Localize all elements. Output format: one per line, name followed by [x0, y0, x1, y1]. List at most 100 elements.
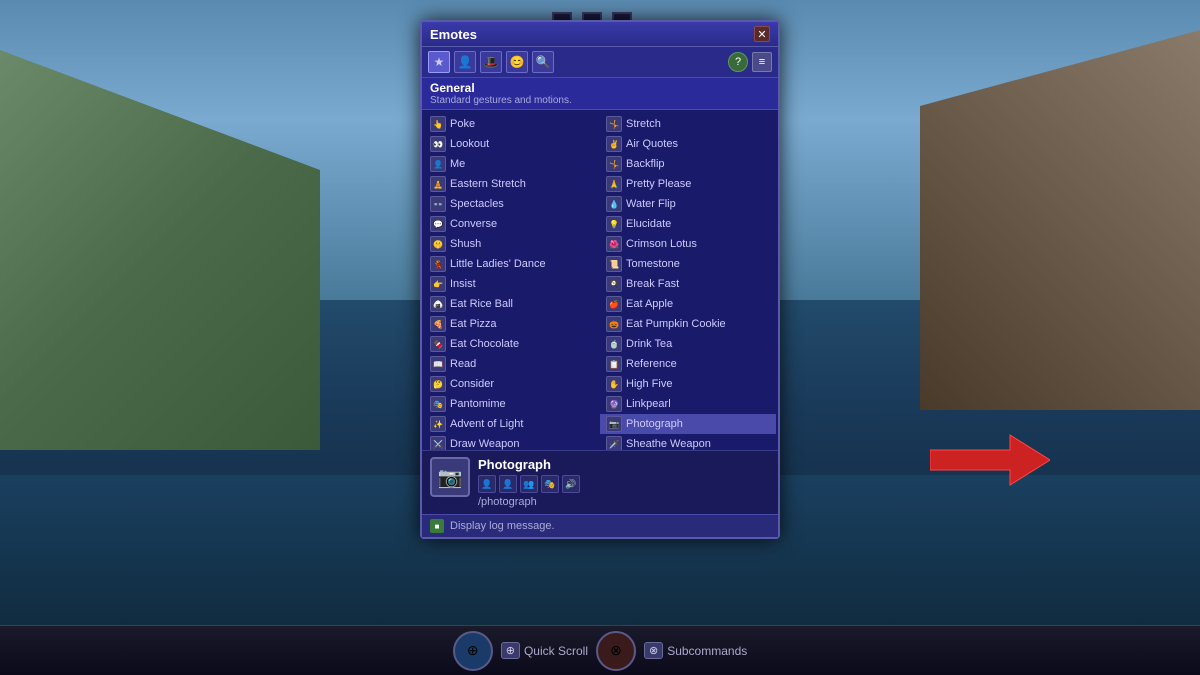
display-log-icon: ■ [430, 519, 444, 533]
emote-item[interactable]: 👉 Insist [424, 274, 600, 294]
emote-name: Drink Tea [626, 338, 672, 350]
subcommands-key: ⊗ [644, 642, 663, 659]
emote-item[interactable]: ⚔️ Draw Weapon [424, 434, 600, 450]
detail-sub-icon-3: 👥 [520, 475, 538, 493]
emote-icon: 🤸 [606, 116, 622, 132]
emote-item[interactable]: 💡 Elucidate [600, 214, 776, 234]
taskbar-icon-2[interactable]: ⊗ [596, 631, 636, 671]
panel-title: Emotes [430, 27, 477, 42]
tab-favorites[interactable]: ★ [428, 51, 450, 73]
emote-item[interactable]: 🧘 Eastern Stretch [424, 174, 600, 194]
emote-item[interactable]: 🎭 Pantomime [424, 394, 600, 414]
emote-name: Eat Chocolate [450, 338, 519, 350]
emote-item[interactable]: 🍙 Eat Rice Ball [424, 294, 600, 314]
help-button[interactable]: ? [728, 52, 748, 72]
emote-item[interactable]: 🍫 Eat Chocolate [424, 334, 600, 354]
tab-search[interactable]: 🔍 [532, 51, 554, 73]
emote-item[interactable]: 🔮 Linkpearl [600, 394, 776, 414]
emote-icon: 👓 [430, 196, 446, 212]
emote-item[interactable]: ✨ Advent of Light [424, 414, 600, 434]
emote-name: Poke [450, 118, 475, 130]
emote-item[interactable]: 🍵 Drink Tea [600, 334, 776, 354]
emote-icon: 📷 [606, 416, 622, 432]
emote-icon: 🌺 [606, 236, 622, 252]
emote-name: Pretty Please [626, 178, 691, 190]
detail-sub-icon-2: 👤 [499, 475, 517, 493]
tab-special[interactable]: 🎩 [480, 51, 502, 73]
emote-item[interactable]: 🎃 Eat Pumpkin Cookie [600, 314, 776, 334]
emote-name: Crimson Lotus [626, 238, 697, 250]
emote-name: Converse [450, 218, 497, 230]
emote-icon: 📖 [430, 356, 446, 372]
emote-icon: 💧 [606, 196, 622, 212]
emote-item[interactable]: 🤫 Shush [424, 234, 600, 254]
emote-item[interactable]: 🤸 Backflip [600, 154, 776, 174]
subcommands-hint: ⊗ Subcommands [644, 642, 747, 659]
detail-info: Photograph 👤 👤 👥 🎭 🔊 /photograph [478, 457, 770, 508]
emote-icon: ✌️ [606, 136, 622, 152]
emote-icon: ✨ [430, 416, 446, 432]
emote-list: 👆 Poke 🤸 Stretch 👀 Lookout ✌️ Air Quotes… [422, 110, 778, 450]
emote-item[interactable]: 📷 Photograph [600, 414, 776, 434]
emote-item[interactable]: 🗡️ Sheathe Weapon [600, 434, 776, 450]
emotes-panel: Emotes ✕ ★ 👤 🎩 😊 🔍 ? ≡ General Standard … [420, 20, 780, 539]
emote-item[interactable]: 📜 Tomestone [600, 254, 776, 274]
emote-name: Eastern Stretch [450, 178, 526, 190]
tab-general[interactable]: 👤 [454, 51, 476, 73]
emote-icon: 🙏 [606, 176, 622, 192]
detail-sub-icon-4: 🎭 [541, 475, 559, 493]
emote-name: Eat Pizza [450, 318, 496, 330]
emote-name: Elucidate [626, 218, 671, 230]
emote-item[interactable]: 🍕 Eat Pizza [424, 314, 600, 334]
emote-name: Break Fast [626, 278, 679, 290]
emote-item[interactable]: 🙏 Pretty Please [600, 174, 776, 194]
emote-name: Tomestone [626, 258, 680, 270]
emote-icon: 👉 [430, 276, 446, 292]
quick-scroll-label: Quick Scroll [524, 644, 588, 658]
emote-name: Advent of Light [450, 418, 523, 430]
emote-item[interactable]: 👤 Me [424, 154, 600, 174]
section-header: General Standard gestures and motions. [422, 78, 778, 110]
emote-item[interactable]: 🍳 Break Fast [600, 274, 776, 294]
emote-item[interactable]: 💬 Converse [424, 214, 600, 234]
emote-item[interactable]: 💧 Water Flip [600, 194, 776, 214]
emote-item[interactable]: 📖 Read [424, 354, 600, 374]
emote-icon: 📜 [606, 256, 622, 272]
emote-name: Eat Apple [626, 298, 673, 310]
settings-button[interactable]: ≡ [752, 52, 772, 72]
emote-item[interactable]: 🍎 Eat Apple [600, 294, 776, 314]
emote-name: Me [450, 158, 465, 170]
taskbar-icon-1[interactable]: ⊕ [453, 631, 493, 671]
panel-footer: ■ Display log message. [422, 514, 778, 537]
emote-item[interactable]: 🤔 Consider [424, 374, 600, 394]
emote-item[interactable]: 👆 Poke [424, 114, 600, 134]
emote-item[interactable]: ✌️ Air Quotes [600, 134, 776, 154]
detail-emote-name: Photograph [478, 457, 770, 472]
emote-name: Eat Rice Ball [450, 298, 513, 310]
emote-name: Lookout [450, 138, 489, 150]
taskbar: ⊕ ⊕ Quick Scroll ⊗ ⊗ Subcommands [0, 625, 1200, 675]
panel-titlebar: Emotes ✕ [422, 22, 778, 47]
emote-item[interactable]: 🌺 Crimson Lotus [600, 234, 776, 254]
emote-icon: 🤫 [430, 236, 446, 252]
emote-name: Spectacles [450, 198, 504, 210]
close-button[interactable]: ✕ [754, 26, 770, 42]
emote-item[interactable]: 🤸 Stretch [600, 114, 776, 134]
emote-item[interactable]: 💃 Little Ladies' Dance [424, 254, 600, 274]
emote-name: Pantomime [450, 398, 506, 410]
emote-name: Reference [626, 358, 677, 370]
emote-icon: 💬 [430, 216, 446, 232]
tab-expressions[interactable]: 😊 [506, 51, 528, 73]
emote-item[interactable]: ✋ High Five [600, 374, 776, 394]
section-title: General [430, 81, 770, 95]
emote-name: Linkpearl [626, 398, 671, 410]
emote-icon: 👆 [430, 116, 446, 132]
emote-name: Stretch [626, 118, 661, 130]
emote-item[interactable]: 👓 Spectacles [424, 194, 600, 214]
emote-icon: 🍵 [606, 336, 622, 352]
emote-item[interactable]: 📋 Reference [600, 354, 776, 374]
emote-item[interactable]: 👀 Lookout [424, 134, 600, 154]
emote-icon: 🔮 [606, 396, 622, 412]
panel-tabs: ★ 👤 🎩 😊 🔍 ? ≡ [422, 47, 778, 78]
emote-name: Insist [450, 278, 476, 290]
